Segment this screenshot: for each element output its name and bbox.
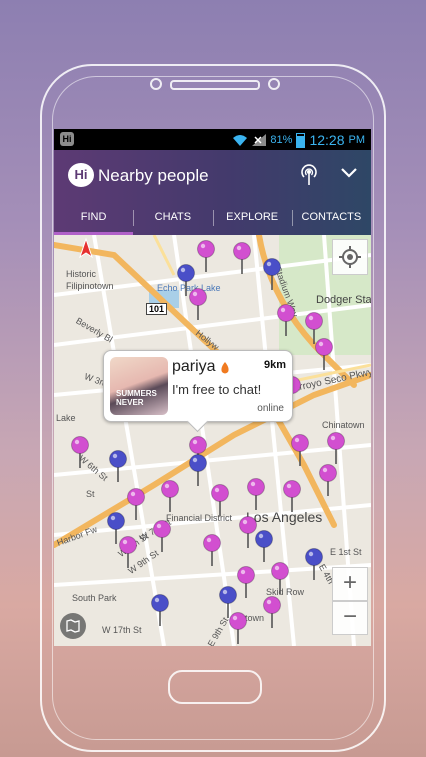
user-pin-male[interactable] (150, 593, 170, 627)
user-pin-female[interactable] (282, 479, 302, 513)
map-label: Filipinotown (66, 281, 114, 291)
phone-sensor-icon (268, 78, 280, 90)
user-pin-female[interactable] (202, 533, 222, 567)
zoom-in-button[interactable]: + (332, 567, 368, 601)
map-label: Lake (56, 413, 76, 423)
hi-logo-icon: Hi (68, 163, 94, 187)
user-pin-female[interactable] (326, 431, 346, 465)
status-bar: Hi 81% 12:28 PM (54, 129, 371, 150)
user-pin-female[interactable] (246, 477, 266, 511)
user-pin-female[interactable] (290, 433, 310, 467)
battery-icon (296, 132, 306, 148)
map-icon (66, 619, 80, 633)
map-view[interactable]: Historic Filipinotown Echo Park Lake Sta… (54, 235, 371, 646)
clock-ampm: PM (348, 134, 366, 146)
hi-notification-icon: Hi (60, 132, 74, 146)
user-pin-male[interactable] (108, 449, 128, 483)
map-label: Dodger Stadi (316, 294, 371, 306)
phone-speaker (170, 80, 260, 90)
user-popup-card[interactable]: SUMMERS NEVER pariya 9km I'm free to cha… (103, 350, 293, 433)
tab-chats[interactable]: CHATS (133, 202, 212, 235)
user-pin-female[interactable] (160, 479, 180, 513)
broadcast-icon[interactable] (300, 164, 318, 186)
user-pin-female[interactable] (314, 337, 334, 371)
map-label: E 1st St (330, 547, 362, 557)
user-pin-female[interactable] (270, 561, 290, 595)
user-pin-male[interactable] (188, 453, 208, 487)
user-status: online (257, 403, 284, 414)
tab-bar: FIND CHATS EXPLORE CONTACTS (54, 202, 371, 235)
phone-camera-icon (150, 78, 162, 90)
user-pin-female[interactable] (276, 303, 296, 337)
user-pin-female[interactable] (318, 463, 338, 497)
my-location-button[interactable] (332, 239, 368, 275)
chevron-down-icon[interactable] (340, 166, 358, 180)
avatar-text: SUMMERS NEVER (116, 389, 157, 407)
user-pin-female[interactable] (228, 611, 248, 645)
route-101-shield: 101 (146, 303, 168, 315)
user-pin-male[interactable] (254, 529, 274, 563)
user-pin-female[interactable] (118, 535, 138, 569)
user-pin-female[interactable] (126, 487, 146, 521)
user-pin-female[interactable] (196, 239, 216, 273)
tab-contacts[interactable]: CONTACTS (291, 202, 371, 235)
phone-screen: Hi 81% 12:28 PM Hi Nearby people FIND CH… (54, 129, 371, 646)
current-location-arrow-icon (79, 237, 93, 259)
tab-explore[interactable]: EXPLORE (212, 202, 292, 235)
user-pin-male[interactable] (304, 547, 324, 581)
user-pin-female[interactable] (210, 483, 230, 517)
user-pin-male[interactable] (262, 257, 282, 291)
app-bar: Hi Nearby people (54, 150, 371, 202)
map-label: St (86, 489, 95, 499)
user-pin-female[interactable] (152, 519, 172, 553)
map-label: W 17th St (102, 625, 142, 635)
battery-percent: 81% (270, 134, 293, 146)
crosshair-icon (339, 246, 361, 268)
map-label: South Park (72, 593, 117, 603)
map-layers-button[interactable] (60, 613, 86, 639)
user-pin-female[interactable] (262, 595, 282, 629)
map-label: Chinatown (322, 420, 365, 430)
wifi-icon (233, 135, 248, 146)
zoom-out-button[interactable]: − (332, 601, 368, 635)
page-title: Nearby people (98, 166, 209, 185)
clock-time: 12:28 (309, 132, 345, 148)
user-avatar: SUMMERS NEVER (110, 357, 168, 415)
phone-home-button (168, 670, 262, 704)
user-name: pariya (172, 358, 216, 375)
user-pin-female[interactable] (188, 287, 208, 321)
user-pin-female[interactable] (232, 241, 252, 275)
tab-find[interactable]: FIND (54, 202, 134, 235)
user-distance: 9km (263, 359, 286, 371)
fire-icon (221, 362, 229, 374)
user-message: I'm free to chat! (172, 382, 262, 397)
user-pin-female[interactable] (236, 565, 256, 599)
user-pin-female[interactable] (70, 435, 90, 469)
signal-icon (252, 134, 267, 146)
